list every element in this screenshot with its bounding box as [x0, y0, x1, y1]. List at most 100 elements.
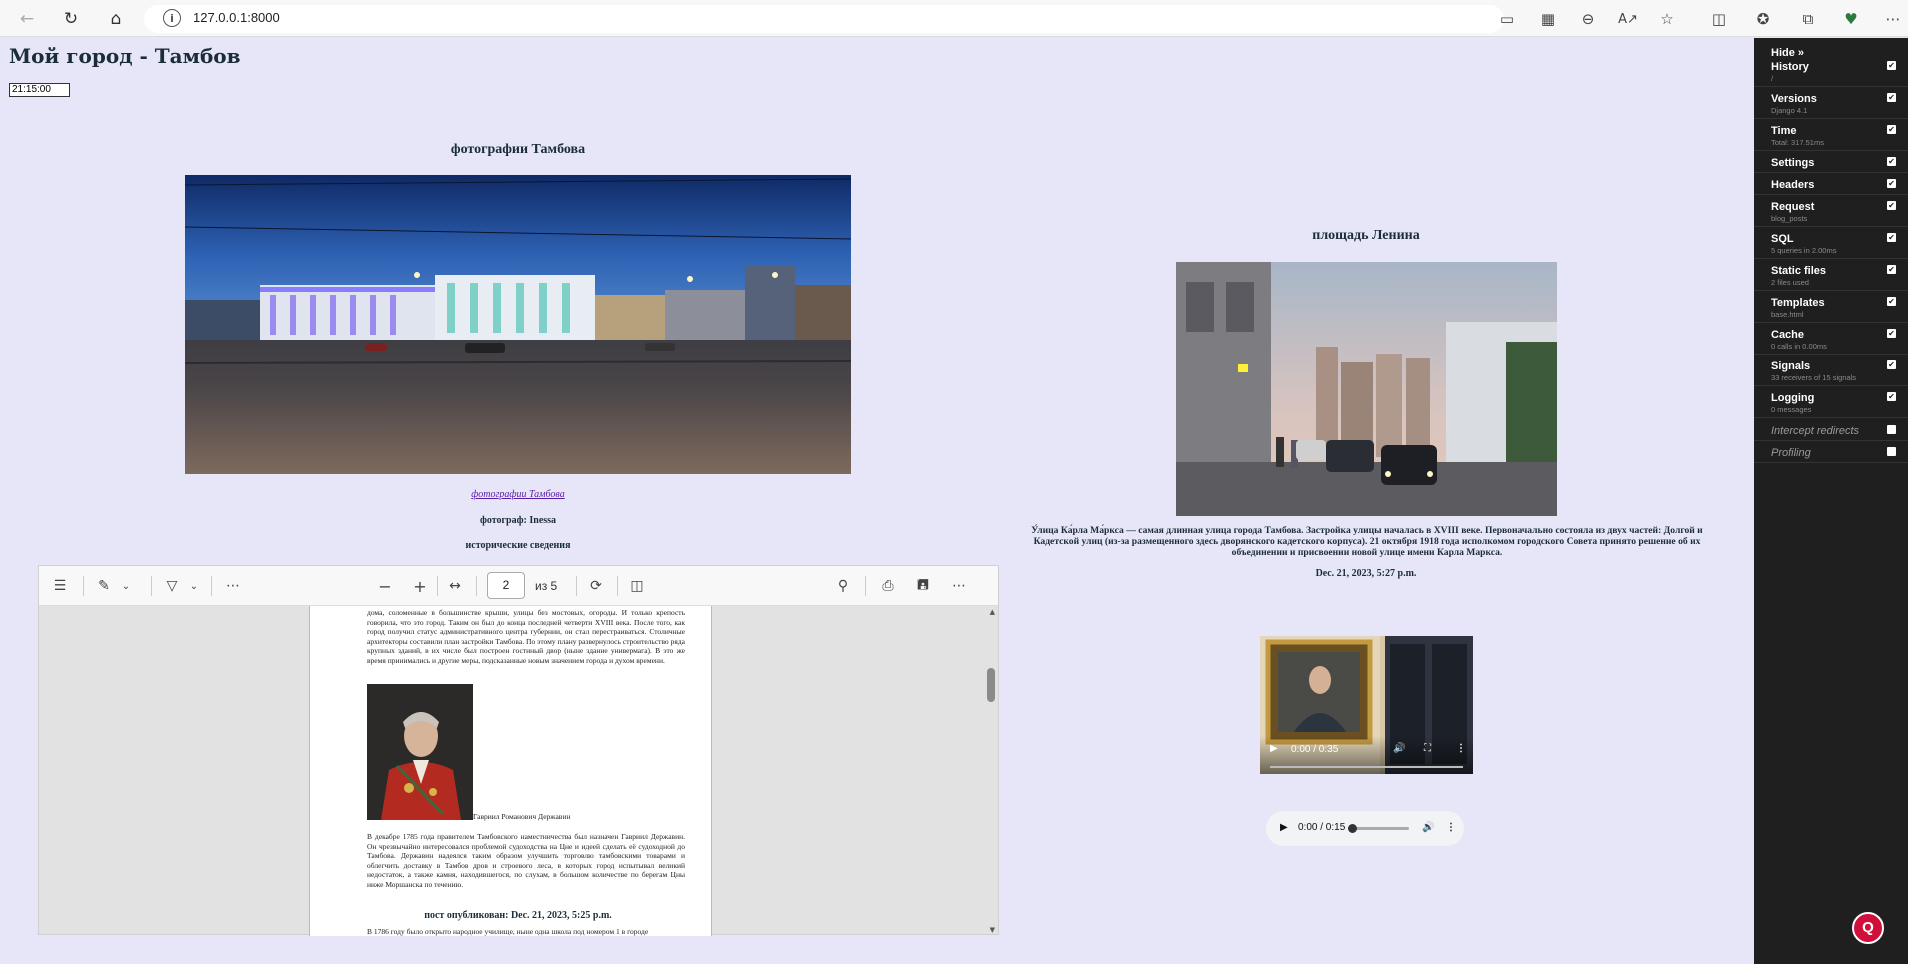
pdf-scrollbar[interactable]: ▲ ▼ [984, 606, 998, 936]
audio-progress-bar[interactable] [1348, 824, 1409, 833]
debug-panel-checkbox[interactable]: ✔ [1887, 233, 1896, 242]
table-of-contents-icon[interactable]: ☰ [49, 576, 71, 596]
debug-panel-title[interactable]: Profiling [1771, 447, 1811, 459]
video-progress-bar[interactable] [1270, 766, 1463, 768]
debug-panel-signals[interactable]: Signals 33 receivers of 15 signals ✔ [1754, 354, 1908, 386]
pdf-text-bottom: В декабре 1785 года правителем Тамбовско… [367, 832, 685, 889]
audio-play-icon[interactable]: ▶ [1280, 822, 1288, 833]
help-chat-icon[interactable]: Q [1852, 912, 1884, 944]
debug-panel-checkbox[interactable]: ✔ [1887, 329, 1896, 338]
browser-essentials-icon[interactable]: ♥ [1840, 8, 1862, 30]
debug-panel-title[interactable]: Time [1771, 125, 1796, 137]
debug-panel-time[interactable]: Time Total: 317.51ms ✔ [1754, 119, 1908, 151]
debug-panel-title[interactable]: History [1771, 61, 1809, 73]
debug-panel-checkbox[interactable]: ✔ [1887, 93, 1896, 102]
debug-panel-templates[interactable]: Templates base.html ✔ [1754, 291, 1908, 323]
debug-panel-subtitle: / [1771, 74, 1774, 83]
debug-panel-title[interactable]: Headers [1771, 179, 1814, 191]
scroll-up-icon[interactable]: ▲ [990, 608, 995, 616]
volume-icon[interactable]: 🔊 [1393, 743, 1405, 754]
audio-player[interactable]: ▶ 0:00 / 0:15 🔊 ⋮ [1266, 811, 1464, 846]
debug-panel-title[interactable]: Cache [1771, 329, 1804, 341]
debug-panel-title[interactable]: Versions [1771, 93, 1817, 105]
home-icon[interactable]: ⌂ [103, 6, 129, 32]
debug-panel-title[interactable]: Static files [1771, 265, 1826, 277]
debug-panel-checkbox[interactable]: ✔ [1887, 179, 1896, 188]
audio-volume-icon[interactable]: 🔊 [1422, 822, 1434, 833]
right-post-date: Dec. 21, 2023, 5:27 p.m. [1315, 568, 1417, 579]
zoom-out-icon[interactable]: − [374, 576, 396, 596]
video-more-icon[interactable]: ⋮ [1456, 743, 1466, 754]
debug-panel-history[interactable]: History / ✔ [1754, 55, 1908, 87]
debug-panel-checkbox[interactable]: ✔ [1887, 157, 1896, 166]
search-icon[interactable]: ⚲ [832, 576, 854, 596]
debug-panel-title[interactable]: Intercept redirects [1771, 425, 1859, 437]
more-tools-icon[interactable]: ⋯ [222, 576, 244, 596]
debug-panel-logging[interactable]: Logging 0 messages ✔ [1754, 386, 1908, 418]
apps-icon[interactable]: ▦ [1537, 8, 1559, 30]
time-input[interactable]: 21:15:00 [9, 83, 70, 97]
debug-panel-title[interactable]: Templates [1771, 297, 1825, 309]
debug-panel-profiling[interactable]: Profiling [1754, 441, 1908, 463]
fullscreen-icon[interactable]: ⛶ [1424, 743, 1431, 754]
debug-panel-versions[interactable]: Versions Django 4.1 ✔ [1754, 87, 1908, 119]
draw-dropdown-icon[interactable]: ⌄ [187, 576, 201, 596]
more-icon[interactable]: ⋯ [1882, 8, 1904, 30]
debug-panel-sql[interactable]: SQL 5 queries in 2.00ms ✔ [1754, 227, 1908, 259]
debug-panel-title[interactable]: Request [1771, 201, 1814, 213]
debug-panel-checkbox[interactable]: ✔ [1887, 265, 1896, 274]
highlight-dropdown-icon[interactable]: ⌄ [119, 576, 133, 596]
scroll-down-icon[interactable]: ▼ [990, 926, 995, 934]
debug-panel-intercept-redirects[interactable]: Intercept redirects [1754, 419, 1908, 441]
page-view-icon[interactable]: ◫ [626, 576, 648, 596]
debug-panel-checkbox[interactable] [1887, 447, 1896, 456]
favorites-icon[interactable]: ✪ [1752, 8, 1774, 30]
debug-panel-settings[interactable]: Settings ✔ [1754, 151, 1908, 173]
play-icon[interactable]: ▶ [1270, 743, 1278, 754]
fit-to-width-icon[interactable]: ↔ [444, 576, 466, 596]
favorite-star-icon[interactable]: ☆ [1656, 8, 1678, 30]
debug-panel-headers[interactable]: Headers ✔ [1754, 173, 1908, 195]
debug-panel-checkbox[interactable]: ✔ [1887, 61, 1896, 70]
debug-panel-static-files[interactable]: Static files 2 files used ✔ [1754, 259, 1908, 291]
site-info-icon[interactable]: i [163, 9, 181, 27]
pdf-page: дома, соломенные в большинстве крыши, ул… [309, 606, 712, 936]
audio-progress-knob[interactable] [1348, 824, 1357, 833]
debug-panel-checkbox[interactable] [1887, 425, 1896, 434]
debug-panel-checkbox[interactable]: ✔ [1887, 392, 1896, 401]
page-number-input[interactable]: 2 [487, 572, 525, 599]
save-icon[interactable]: 🖪 [912, 576, 934, 596]
photos-link[interactable]: фотографии Тамбова [185, 489, 851, 500]
debug-panel-title[interactable]: Settings [1771, 157, 1814, 169]
zoom-in-icon[interactable]: + [409, 576, 431, 596]
debug-panel-checkbox[interactable]: ✔ [1887, 201, 1896, 210]
audio-time: 0:00 / 0:15 [1298, 822, 1346, 833]
pdf-scroll-thumb[interactable] [987, 668, 995, 703]
debug-panel-checkbox[interactable]: ✔ [1887, 360, 1896, 369]
debug-panel-title[interactable]: SQL [1771, 233, 1794, 245]
debug-panel-cache[interactable]: Cache 0 calls in 0.00ms ✔ [1754, 323, 1908, 355]
rotate-icon[interactable]: ⟳ [585, 576, 607, 596]
pdf-more-icon[interactable]: ⋯ [948, 576, 970, 596]
cast-icon[interactable]: ▭ [1496, 8, 1518, 30]
pdf-text-cut: В 1786 году было открыто народное училищ… [367, 927, 649, 936]
debug-panel-checkbox[interactable]: ✔ [1887, 297, 1896, 306]
zoom-out-icon[interactable]: ⊖ [1577, 8, 1599, 30]
address-bar[interactable] [144, 5, 1504, 33]
video-player[interactable]: ▶ 0:00 / 0:35 🔊 ⛶ ⋮ [1260, 636, 1473, 774]
url-text[interactable]: 127.0.0.1:8000 [193, 10, 280, 25]
debug-panel-title[interactable]: Signals [1771, 360, 1810, 372]
reload-icon[interactable]: ↻ [58, 6, 84, 32]
highlight-icon[interactable]: ✎ [93, 576, 115, 596]
debug-panel-checkbox[interactable]: ✔ [1887, 125, 1896, 134]
read-aloud-icon[interactable]: A↗ [1617, 8, 1639, 30]
collections-icon[interactable]: ⧉ [1797, 8, 1819, 30]
debug-panel-title[interactable]: Logging [1771, 392, 1814, 404]
back-icon[interactable]: ← [14, 6, 40, 32]
draw-icon[interactable]: ▽ [161, 576, 183, 596]
pdf-viewer[interactable]: ☰ ✎ ⌄ ▽ ⌄ ⋯ − + ↔ 2 из 5 ⟳ ◫ ⚲ ⎙ 🖪 ⋯ дом… [38, 565, 999, 936]
split-screen-icon[interactable]: ◫ [1708, 8, 1730, 30]
audio-more-icon[interactable]: ⋮ [1446, 822, 1456, 833]
print-icon[interactable]: ⎙ [877, 576, 899, 596]
debug-panel-request[interactable]: Request blog_posts ✔ [1754, 195, 1908, 227]
